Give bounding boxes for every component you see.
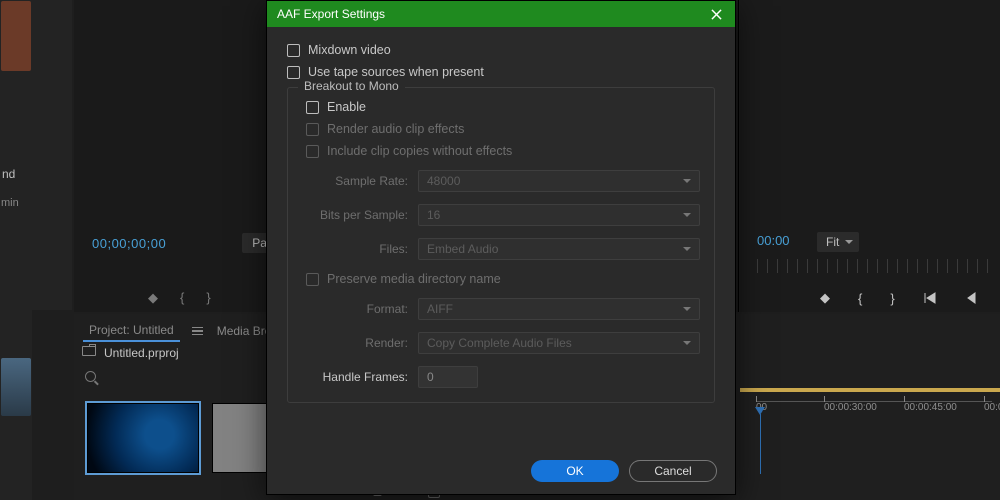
render-select: Copy Complete Audio Files: [418, 332, 700, 354]
tab-project[interactable]: Project: Untitled: [83, 320, 180, 342]
source-mark-buttons: ◆ { }: [148, 290, 211, 306]
bin-icon: [82, 346, 96, 356]
ruler-tick: 00:01:00:00: [984, 402, 1000, 413]
thumb-desert[interactable]: [1, 1, 31, 71]
program-timecode[interactable]: 00:00: [757, 233, 790, 248]
mark-in-icon[interactable]: {: [858, 291, 862, 306]
ok-button[interactable]: OK: [531, 460, 619, 482]
marker-icon[interactable]: ◆: [148, 290, 158, 306]
sample-rate-select: 48000: [418, 170, 700, 192]
zoom-fit-select[interactable]: Fit: [817, 232, 859, 252]
program-ruler[interactable]: [757, 259, 994, 273]
panel-menu-icon[interactable]: [192, 327, 203, 336]
truncated-min: min: [1, 197, 19, 209]
mark-out-icon[interactable]: }: [890, 291, 894, 306]
tape-label: Use tape sources when present: [308, 65, 484, 79]
render-fx-row: Render audio clip effects: [306, 122, 700, 136]
mixdown-row[interactable]: Mixdown video: [287, 43, 715, 57]
goto-in-icon[interactable]: [923, 291, 937, 305]
files-label: Files:: [306, 242, 418, 256]
format-label: Format:: [306, 302, 418, 316]
add-marker-icon[interactable]: ◆: [820, 290, 830, 306]
close-icon[interactable]: [707, 5, 725, 23]
clip-thumb-globe[interactable]: [87, 403, 199, 473]
dialog-title: AAF Export Settings: [277, 7, 385, 21]
thumb-mountain[interactable]: [1, 358, 31, 416]
playhead[interactable]: [760, 414, 761, 474]
in-bracket-icon[interactable]: {: [180, 290, 184, 306]
bits-label: Bits per Sample:: [306, 208, 418, 222]
out-bracket-icon[interactable]: }: [206, 290, 210, 306]
ruler-tick: 00:00:45:00: [904, 402, 957, 413]
checkbox-preserve: [306, 273, 319, 286]
render-fx-label: Render audio clip effects: [327, 122, 464, 136]
cancel-button[interactable]: Cancel: [629, 460, 717, 482]
transport-controls: ◆ { }: [820, 290, 1000, 306]
timeline-ruler[interactable]: 00 00:00:30:00 00:00:45:00 00:01:00:00: [756, 401, 992, 419]
checkbox-render-fx: [306, 123, 319, 136]
format-select: AIFF: [418, 298, 700, 320]
checkbox-tape[interactable]: [287, 66, 300, 79]
include-copies-label: Include clip copies without effects: [327, 144, 512, 158]
bits-select: 16: [418, 204, 700, 226]
include-copies-row: Include clip copies without effects: [306, 144, 700, 158]
aaf-export-dialog: AAF Export Settings Mixdown video Use ta…: [266, 0, 736, 495]
checkbox-include-copies: [306, 145, 319, 158]
render-label: Render:: [306, 336, 418, 350]
handle-label: Handle Frames:: [306, 370, 418, 384]
step-back-icon[interactable]: [965, 291, 979, 305]
left-rail: [0, 0, 32, 500]
mixdown-label: Mixdown video: [308, 43, 391, 57]
breakout-legend: Breakout to Mono: [298, 79, 405, 93]
tape-row[interactable]: Use tape sources when present: [287, 65, 715, 79]
files-select: Embed Audio: [418, 238, 700, 260]
ruler-tick: 00:00:30:00: [824, 402, 877, 413]
search-icon[interactable]: [85, 371, 96, 382]
enable-label: Enable: [327, 100, 366, 114]
enable-row[interactable]: Enable: [306, 100, 700, 114]
checkbox-enable[interactable]: [306, 101, 319, 114]
checkbox-mixdown[interactable]: [287, 44, 300, 57]
breakout-group: Breakout to Mono Enable Render audio cli…: [287, 87, 715, 403]
source-timecode[interactable]: 00;00;00;00: [92, 236, 166, 251]
dialog-titlebar[interactable]: AAF Export Settings: [267, 1, 735, 27]
preserve-label: Preserve media directory name: [327, 272, 501, 286]
project-filename[interactable]: Untitled.prproj: [104, 346, 179, 360]
panel-left-gutter: [32, 0, 72, 310]
timeline-work-bar[interactable]: [740, 388, 1000, 392]
handle-frames-input[interactable]: 0: [418, 366, 478, 388]
sample-rate-label: Sample Rate:: [306, 174, 418, 188]
truncated-nd: nd: [2, 167, 15, 181]
preserve-row: Preserve media directory name: [306, 272, 700, 286]
